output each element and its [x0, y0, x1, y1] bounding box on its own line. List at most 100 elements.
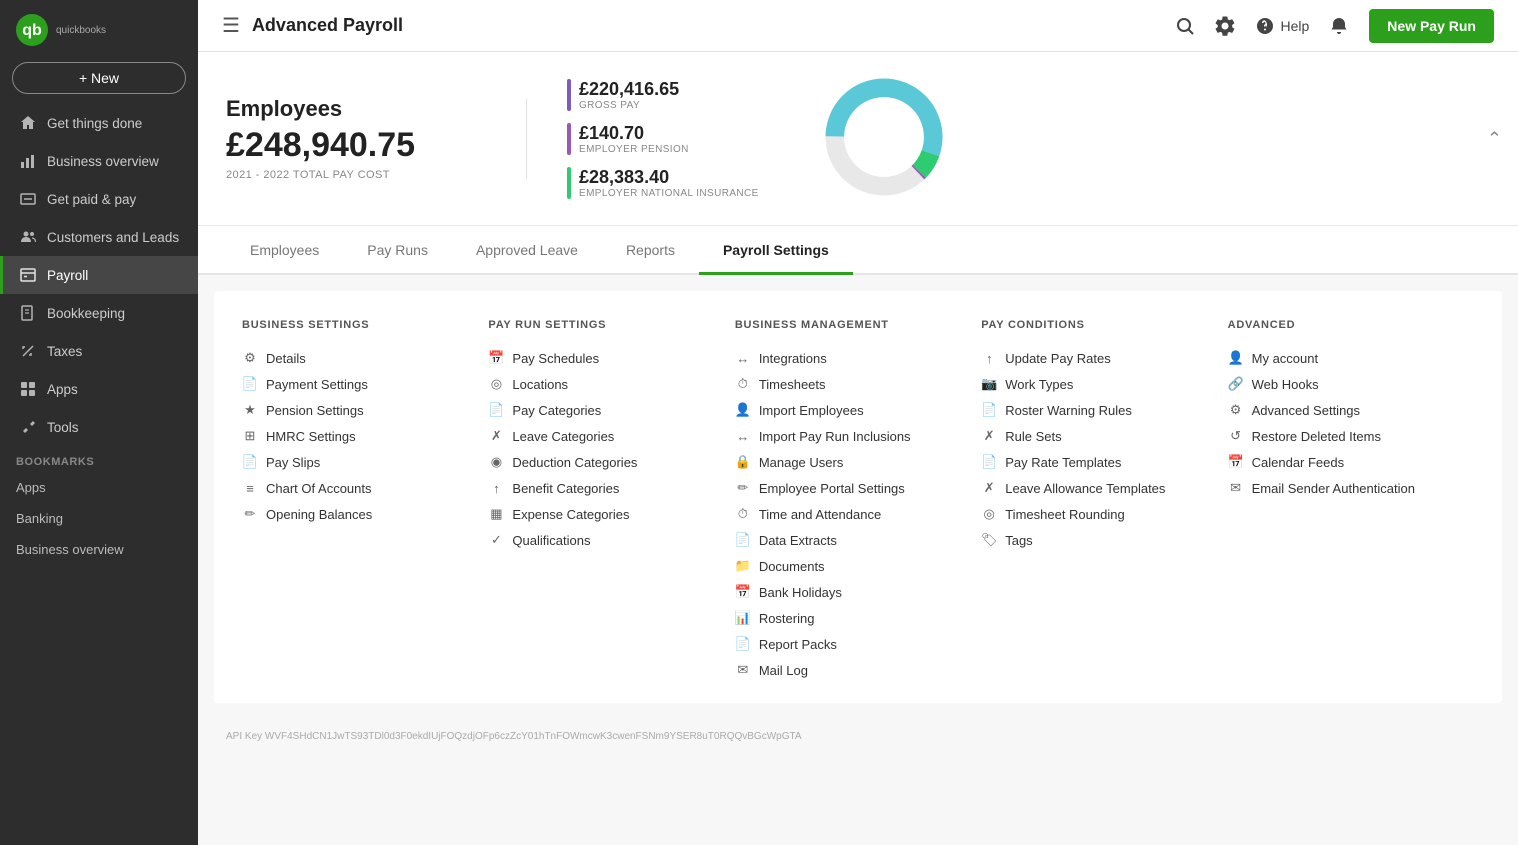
settings-link-import-pay-run-inclusions[interactable]: ↔Import Pay Run Inclusions — [735, 423, 961, 449]
sidebar-item-business-overview[interactable]: Business overview — [0, 142, 198, 180]
settings-column-pay-run-settings: PAY RUN SETTINGS📅Pay Schedules◎Locations… — [488, 319, 734, 683]
employees-section: Employees £248,940.75 2021 - 2022 TOTAL … — [226, 96, 486, 181]
settings-link-icon: ⊞ — [242, 428, 258, 444]
settings-link-qualifications[interactable]: ✓Qualifications — [488, 527, 714, 553]
settings-link-icon: 👤 — [735, 402, 751, 418]
sidebar-item-bookkeeping[interactable]: Bookkeeping — [0, 294, 198, 332]
tab-reports[interactable]: Reports — [602, 226, 699, 275]
settings-link-icon: ◎ — [488, 376, 504, 392]
settings-link-label: Bank Holidays — [759, 585, 842, 600]
tab-approved-leave[interactable]: Approved Leave — [452, 226, 602, 275]
stat-gross-pay: £220,416.65 GROSS PAY — [567, 79, 759, 111]
settings-link-my-account[interactable]: 👤My account — [1228, 345, 1454, 371]
settings-link-opening-balances[interactable]: ✏Opening Balances — [242, 501, 468, 527]
settings-link-expense-categories[interactable]: ▦Expense Categories — [488, 501, 714, 527]
settings-link-locations[interactable]: ◎ Locations — [488, 371, 714, 397]
bookmark-apps[interactable]: Apps — [0, 472, 198, 503]
settings-link-hmrc-settings[interactable]: ⊞HMRC Settings — [242, 423, 468, 449]
settings-link-integrations[interactable]: ↔Integrations — [735, 345, 961, 371]
settings-link-label: Rostering — [759, 611, 815, 626]
settings-link-roster-warning-rules[interactable]: 📄 Roster Warning Rules — [981, 397, 1207, 423]
settings-link-tags[interactable]: 🏷Tags — [981, 527, 1207, 553]
employer-ni-info: £28,383.40 EMPLOYER NATIONAL INSURANCE — [579, 167, 759, 199]
sidebar-item-apps[interactable]: Apps — [0, 370, 198, 408]
settings-link-label: Documents — [759, 559, 825, 574]
settings-link-label: Deduction Categories — [512, 455, 637, 470]
settings-link-icon: 📁 — [735, 558, 751, 574]
settings-link-import-employees[interactable]: 👤Import Employees — [735, 397, 961, 423]
settings-link-label: Email Sender Authentication — [1252, 481, 1415, 496]
settings-link-data-extracts[interactable]: 📄Data Extracts — [735, 527, 961, 553]
settings-column-pay-conditions: PAY CONDITIONS↑Update Pay Rates📷Work Typ… — [981, 319, 1227, 683]
search-button[interactable] — [1175, 16, 1195, 36]
settings-link-label: Pension Settings — [266, 403, 364, 418]
settings-link-documents[interactable]: 📁 Documents — [735, 553, 961, 579]
settings-link-manage-users[interactable]: 🔒Manage Users — [735, 449, 961, 475]
settings-link-report-packs[interactable]: 📄Report Packs — [735, 631, 961, 657]
sidebar-item-get-things-done[interactable]: Get things done — [0, 104, 198, 142]
bookmark-banking[interactable]: Banking — [0, 503, 198, 534]
settings-link-employee-portal-settings[interactable]: ✏Employee Portal Settings — [735, 475, 961, 501]
settings-link-pay-schedules[interactable]: 📅Pay Schedules — [488, 345, 714, 371]
employer-ni-bar — [567, 167, 571, 199]
new-pay-run-button[interactable]: New Pay Run — [1369, 9, 1494, 43]
settings-link-details[interactable]: ⚙Details — [242, 345, 468, 371]
tab-payroll-settings[interactable]: Payroll Settings — [699, 226, 853, 275]
settings-link-rule-sets[interactable]: ✗Rule Sets — [981, 423, 1207, 449]
settings-col-title: ADVANCED — [1228, 319, 1454, 331]
settings-link-label: Roster Warning Rules — [1005, 403, 1132, 418]
settings-link-update-pay-rates[interactable]: ↑Update Pay Rates — [981, 345, 1207, 371]
settings-link-bank-holidays[interactable]: 📅Bank Holidays — [735, 579, 961, 605]
settings-link-label: Payment Settings — [266, 377, 368, 392]
new-button[interactable]: + New — [12, 62, 186, 94]
settings-link-email-sender-authentication[interactable]: ✉Email Sender Authentication — [1228, 475, 1454, 501]
sidebar-item-tools[interactable]: Tools — [0, 408, 198, 446]
settings-link-label: Time and Attendance — [759, 507, 881, 522]
settings-link-label: Locations — [512, 377, 568, 392]
settings-link-icon: 🔒 — [735, 454, 751, 470]
settings-link-label: Report Packs — [759, 637, 837, 652]
settings-link-timesheets[interactable]: ⏱Timesheets — [735, 371, 961, 397]
notifications-button[interactable] — [1329, 16, 1349, 36]
settings-link-chart-of-accounts[interactable]: ≡Chart Of Accounts — [242, 475, 468, 501]
sidebar-item-get-paid-pay[interactable]: Get paid & pay — [0, 180, 198, 218]
settings-link-timesheet-rounding[interactable]: ◎Timesheet Rounding — [981, 501, 1207, 527]
settings-link-pay-categories[interactable]: 📄Pay Categories — [488, 397, 714, 423]
tab-employees[interactable]: Employees — [226, 226, 343, 275]
sidebar-item-customers-leads[interactable]: Customers and Leads — [0, 218, 198, 256]
bookmark-business-overview[interactable]: Business overview — [0, 534, 198, 565]
settings-link-icon: ↑ — [488, 480, 504, 496]
collapse-button[interactable]: ⌃ — [1487, 128, 1502, 149]
settings-link-work-types[interactable]: 📷Work Types — [981, 371, 1207, 397]
home-icon — [19, 114, 37, 132]
tab-pay-runs[interactable]: Pay Runs — [343, 226, 452, 275]
gross-pay-bar — [567, 79, 571, 111]
settings-link-deduction-categories[interactable]: ◉Deduction Categories — [488, 449, 714, 475]
settings-link-pension-settings[interactable]: ★Pension Settings — [242, 397, 468, 423]
tabs-bar: Employees Pay Runs Approved Leave Report… — [198, 226, 1518, 275]
settings-link-calendar-feeds[interactable]: 📅Calendar Feeds — [1228, 449, 1454, 475]
settings-link-label: Advanced Settings — [1252, 403, 1360, 418]
settings-link-leave-allowance-templates[interactable]: ✗Leave Allowance Templates — [981, 475, 1207, 501]
settings-link-advanced-settings[interactable]: ⚙Advanced Settings — [1228, 397, 1454, 423]
settings-link-restore-deleted-items[interactable]: ↺Restore Deleted Items — [1228, 423, 1454, 449]
settings-link-mail-log[interactable]: ✉Mail Log — [735, 657, 961, 683]
settings-link-pay-rate-templates[interactable]: 📄Pay Rate Templates — [981, 449, 1207, 475]
settings-link-web-hooks[interactable]: 🔗Web Hooks — [1228, 371, 1454, 397]
main-content: ☰ Advanced Payroll Help New Pay Run Empl… — [198, 0, 1518, 845]
settings-link-icon: ◎ — [981, 506, 997, 522]
settings-link-leave-categories[interactable]: ✗Leave Categories — [488, 423, 714, 449]
settings-link-benefit-categories[interactable]: ↑Benefit Categories — [488, 475, 714, 501]
hamburger-icon[interactable]: ☰ — [222, 13, 240, 38]
settings-button[interactable] — [1215, 16, 1235, 36]
help-button[interactable]: Help — [1255, 16, 1310, 36]
settings-link-label: Tags — [1005, 533, 1032, 548]
sidebar-item-taxes[interactable]: Taxes — [0, 332, 198, 370]
settings-link-rostering[interactable]: 📊Rostering — [735, 605, 961, 631]
settings-link-time-and-attendance[interactable]: ⏱Time and Attendance — [735, 501, 961, 527]
settings-link-payment-settings[interactable]: 📄Payment Settings — [242, 371, 468, 397]
sidebar-item-payroll[interactable]: Payroll — [0, 256, 198, 294]
settings-link-icon: 📄 — [981, 402, 997, 418]
settings-link-label: Update Pay Rates — [1005, 351, 1111, 366]
settings-link-pay-slips[interactable]: 📄Pay Slips — [242, 449, 468, 475]
